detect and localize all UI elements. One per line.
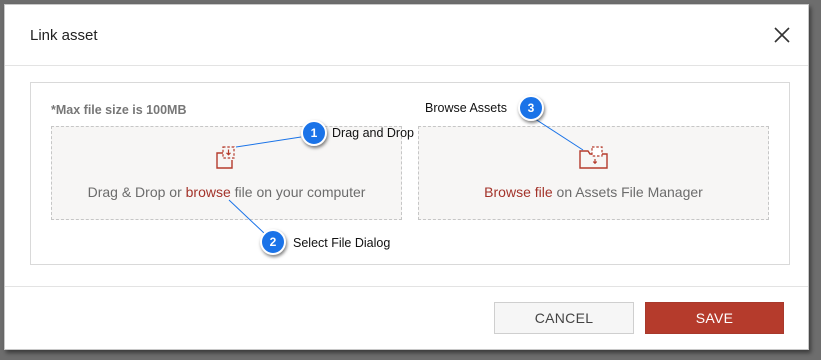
- callout-badge-2: 2: [260, 229, 286, 255]
- cancel-button[interactable]: CANCEL: [494, 302, 634, 334]
- browse-assets-text: Browse file on Assets File Manager: [419, 184, 768, 200]
- browse-assets-zone[interactable]: Browse file on Assets File Manager: [418, 126, 769, 220]
- browse-assets-suffix: on Assets File Manager: [552, 184, 703, 200]
- upload-panel: *Max file size is 100MB Drag & Drop or b…: [30, 82, 790, 265]
- close-button[interactable]: [772, 25, 792, 45]
- save-button[interactable]: SAVE: [645, 302, 784, 334]
- dialog-header: Link asset: [5, 5, 808, 66]
- max-file-size-note: *Max file size is 100MB: [51, 103, 187, 117]
- drag-drop-suffix: file on your computer: [230, 184, 366, 200]
- folder-icon: [578, 146, 610, 175]
- dialog-title: Link asset: [30, 27, 98, 44]
- browse-file-link[interactable]: Browse file: [484, 184, 552, 200]
- drag-drop-text: Drag & Drop or browse file on your compu…: [52, 184, 401, 200]
- close-icon: [774, 27, 790, 43]
- callout-label-select-file: Select File Dialog: [293, 236, 391, 250]
- upload-file-icon: [213, 146, 241, 175]
- drag-drop-zone[interactable]: Drag & Drop or browse file on your compu…: [51, 126, 402, 220]
- callout-label-browse-assets: Browse Assets: [425, 101, 507, 115]
- callout-label-drag-drop: Drag and Drop: [332, 126, 414, 140]
- callout-badge-3: 3: [518, 95, 544, 121]
- dialog-footer: CANCEL SAVE: [5, 286, 808, 351]
- drag-drop-prefix: Drag & Drop or: [87, 184, 186, 200]
- link-asset-dialog: Link asset *Max file size is 100MB Drag …: [4, 4, 809, 350]
- callout-badge-1: 1: [301, 120, 327, 146]
- browse-link[interactable]: browse: [186, 184, 231, 200]
